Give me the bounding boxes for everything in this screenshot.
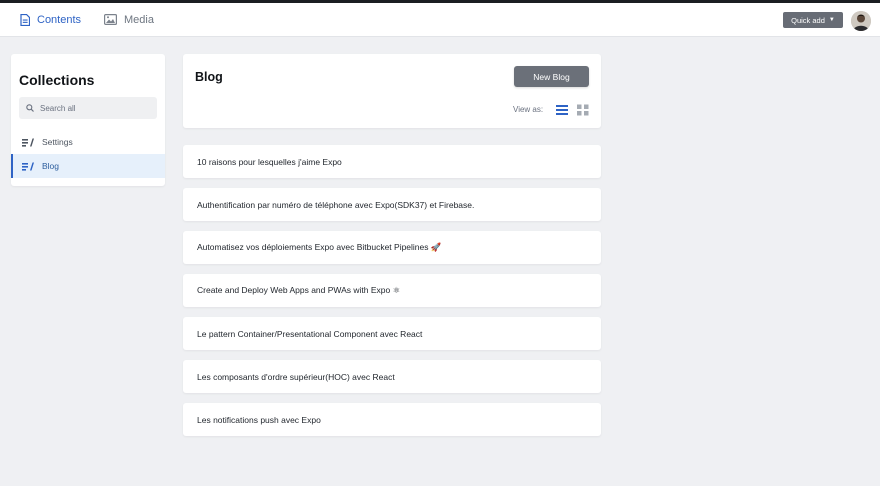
page-title: Blog (195, 70, 223, 84)
sidebar-title: Collections (19, 72, 95, 88)
list-item[interactable]: Automatisez vos déploiements Expo avec B… (183, 231, 601, 264)
tab-contents-label: Contents (37, 13, 82, 26)
sidebar-item-label: Settings (42, 137, 73, 147)
quick-add-label: Quick add (791, 15, 825, 25)
search-icon (26, 104, 34, 112)
avatar[interactable] (851, 11, 871, 31)
collection-header: Blog New Blog View as: (183, 54, 601, 128)
tab-media[interactable]: Media (104, 3, 154, 36)
image-icon (104, 14, 117, 25)
quick-add-button[interactable]: Quick add ▼ (783, 12, 843, 28)
search-input[interactable]: Search all (19, 97, 157, 119)
list-item[interactable]: Les notifications push avec Expo (183, 403, 601, 436)
collections-sidebar: Collections Search all Settings Blog (11, 54, 165, 186)
tab-media-label: Media (124, 13, 154, 26)
sidebar-item-label: Blog (42, 161, 60, 171)
chevron-down-icon: ▼ (828, 17, 835, 23)
tab-contents[interactable]: Contents (20, 3, 81, 36)
list-item[interactable]: Create and Deploy Web Apps and PWAs with… (183, 274, 601, 307)
sidebar-item-settings[interactable]: Settings (11, 130, 165, 154)
view-as-label: View as: (513, 105, 544, 114)
list-view-icon[interactable] (556, 103, 568, 115)
new-blog-button[interactable]: New Blog (514, 66, 589, 87)
collection-icon (22, 138, 34, 147)
collection-icon (22, 162, 34, 171)
grid-view-icon[interactable] (577, 103, 589, 116)
list-item[interactable]: Le pattern Container/Presentational Comp… (183, 317, 601, 350)
search-placeholder: Search all (40, 103, 76, 113)
document-icon (20, 13, 30, 26)
list-item[interactable]: 10 raisons pour lesquelles j'aime Expo (183, 145, 601, 178)
list-item[interactable]: Les composants d'ordre supérieur(HOC) av… (183, 360, 601, 393)
top-navbar: Contents Media Quick add ▼ (0, 3, 880, 37)
sidebar-item-blog[interactable]: Blog (11, 154, 165, 178)
list-item[interactable]: Authentification par numéro de téléphone… (183, 188, 601, 221)
